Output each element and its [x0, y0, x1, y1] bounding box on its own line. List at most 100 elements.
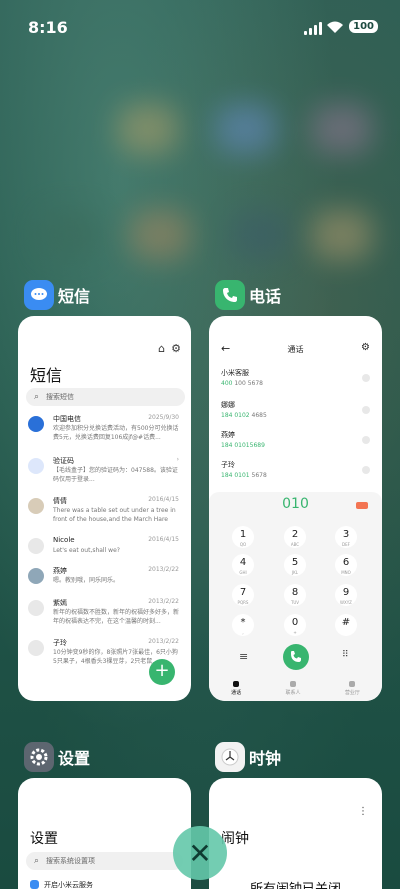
key-7[interactable]: 7 PQRS	[232, 584, 254, 606]
sms-app-name: 短信	[58, 287, 91, 306]
phone-header-title: 通话	[287, 345, 304, 354]
dialpad-hide-icon[interactable]: ⠿	[342, 650, 349, 660]
message-item[interactable]: 验证码 › 【毛线盒子】您的验证码为：047588。该验证码仅用于登录...	[28, 456, 183, 496]
contact-number: 400 100 5678	[221, 380, 263, 387]
contact-number: 184 01015689	[221, 442, 265, 449]
key-star[interactable]: *,	[232, 614, 254, 636]
message-preview: There was a table set out under a tree i…	[53, 507, 176, 523]
info-icon[interactable]	[362, 436, 370, 444]
key-9[interactable]: 9 WXYZ	[335, 584, 357, 606]
message-sender: 子玲	[53, 639, 67, 647]
key-0[interactable]: 0 +	[284, 614, 306, 636]
message-preview: Let's eat out,shall we?	[53, 547, 120, 554]
sms-top-icons: ⌂ ⚙	[158, 342, 181, 355]
key-1[interactable]: 1 QO	[232, 526, 254, 548]
message-date: 2016/4/15	[148, 496, 179, 503]
message-sender: 中国电信	[53, 415, 81, 423]
phone-app-icon	[215, 280, 245, 310]
key-3[interactable]: 3 DEF	[335, 526, 357, 548]
settings-app-name: 设置	[58, 749, 91, 768]
contact-number: 184 0101 5678	[221, 472, 267, 479]
clock-status-message: 所有闹钟已关闭	[209, 878, 382, 889]
sms-app-card[interactable]: ⌂ ⚙ 短信 搜索短信 中国电信 2025/9/30 欢迎参加积分兑换话费活动，…	[18, 316, 191, 701]
more-options-icon[interactable]: ⋮	[358, 806, 368, 817]
info-icon[interactable]	[362, 374, 370, 382]
phone-tab-bar: 通话 联系人 营业厅	[209, 677, 382, 701]
clean-icon[interactable]: ⌂	[158, 342, 165, 355]
sms-app-icon	[24, 280, 54, 310]
info-icon[interactable]	[362, 466, 370, 474]
sms-title: 短信	[30, 366, 63, 385]
message-date: 2016/4/15	[148, 536, 179, 543]
settings-row-cloud[interactable]: 开启小米云服务	[30, 880, 93, 889]
contact-name: 子玲	[221, 461, 235, 469]
message-preview: 欢迎参加积分兑换话费活动，有500分可兑换话费5元，兑换话费回复106成jf@#…	[53, 425, 179, 441]
menu-icon[interactable]: ≡	[239, 650, 248, 663]
message-item[interactable]: 倩倩 2016/4/15 There was a table set out u…	[28, 496, 183, 536]
message-date: 2013/2/22	[148, 598, 179, 605]
clock-app-card[interactable]: ⋮ 闹钟 所有闹钟已关闭	[209, 778, 382, 889]
message-sender: 倩倩	[53, 497, 67, 505]
app-label-sms[interactable]: 短信	[24, 280, 90, 310]
call-button[interactable]	[283, 644, 309, 670]
tab-service-hall[interactable]: 营业厅	[345, 677, 360, 701]
signal-icon	[304, 22, 322, 35]
avatar	[28, 498, 44, 514]
message-sender: 紫嫣	[53, 599, 67, 607]
avatar	[28, 640, 44, 656]
message-preview: 新年的祝福数不胜数，新年的祝福好多好多，新年的祝福表达不完，在这个温馨的时刻..…	[53, 609, 179, 625]
wifi-icon	[327, 21, 343, 33]
key-8[interactable]: 8 TUV	[284, 584, 306, 606]
contact-item[interactable]: 子玲 184 0101 5678	[221, 460, 372, 486]
contact-item[interactable]: 娜娜 184 0102 4685	[221, 400, 372, 426]
chevron-right-icon: ›	[176, 456, 179, 463]
battery-indicator: 100	[349, 20, 378, 33]
contact-name: 小米客服	[221, 369, 249, 377]
telecom-avatar-icon	[28, 416, 44, 432]
phone-icon	[233, 681, 240, 687]
app-label-settings[interactable]: 设置	[24, 742, 90, 772]
message-item[interactable]: 中国电信 2025/9/30 欢迎参加积分兑换话费活动，有500分可兑换话费5元…	[28, 414, 183, 454]
app-label-clock[interactable]: 时钟	[215, 742, 281, 772]
tab-contacts[interactable]: 联系人	[285, 677, 301, 701]
avatar	[28, 538, 44, 554]
message-sender: 验证码	[53, 457, 74, 465]
info-icon[interactable]	[362, 406, 370, 414]
settings-gear-icon[interactable]: ⚙	[171, 342, 181, 355]
clear-all-button[interactable]: ✕	[173, 826, 227, 880]
key-6[interactable]: 6 MNO	[335, 554, 357, 576]
sms-search-input[interactable]: 搜索短信	[26, 388, 185, 406]
avatar	[28, 600, 44, 616]
message-item[interactable]: 紫嫣 2013/2/22 新年的祝福数不胜数，新年的祝福好多好多，新年的祝福表达…	[28, 598, 183, 638]
contact-item[interactable]: 小米客服 400 100 5678	[221, 368, 372, 394]
settings-app-card[interactable]: 设置 搜索系统设置项 开启小米云服务	[18, 778, 191, 889]
verification-avatar-icon	[28, 458, 44, 474]
settings-title: 设置	[30, 831, 58, 847]
key-hash[interactable]: #	[335, 614, 357, 636]
status-bar: 8:16 100	[0, 0, 400, 56]
close-icon: ✕	[188, 836, 212, 870]
contact-name: 娜娜	[221, 401, 235, 409]
avatar	[28, 568, 44, 584]
settings-search-input[interactable]: 搜索系统设置项	[26, 852, 183, 870]
contact-item[interactable]: 燕婷 184 01015689	[221, 430, 372, 456]
clock-app-name: 时钟	[249, 749, 282, 768]
message-sender: 燕婷	[53, 567, 67, 575]
status-time: 8:16	[28, 18, 68, 37]
phone-app-card[interactable]: ← 通话 ⚙ 小米客服 400 100 5678 娜娜 184 0102 468…	[209, 316, 382, 701]
key-5[interactable]: 5 JKL	[284, 554, 306, 576]
phone-header: ← 通话 ⚙	[209, 342, 382, 358]
phone-app-name: 电话	[249, 287, 282, 306]
key-4[interactable]: 4 GHI	[232, 554, 254, 576]
dial-pad: 010 1 QO 2 ABC 3 DEF 4 GHI 5 JKL 6 MNO 7 PQRS 8…	[209, 492, 382, 701]
app-label-phone[interactable]: 电话	[215, 280, 281, 310]
new-message-button[interactable]: +	[149, 659, 175, 685]
store-icon	[349, 681, 356, 687]
backspace-icon[interactable]	[356, 502, 368, 509]
key-2[interactable]: 2 ABC	[284, 526, 306, 548]
tab-calls[interactable]: 通话	[231, 677, 241, 701]
message-preview: 【毛线盒子】您的验证码为：047588。该验证码仅用于登录...	[53, 467, 178, 483]
settings-gear-icon[interactable]: ⚙	[361, 342, 370, 353]
person-icon	[289, 681, 296, 687]
clock-app-icon	[215, 742, 245, 772]
